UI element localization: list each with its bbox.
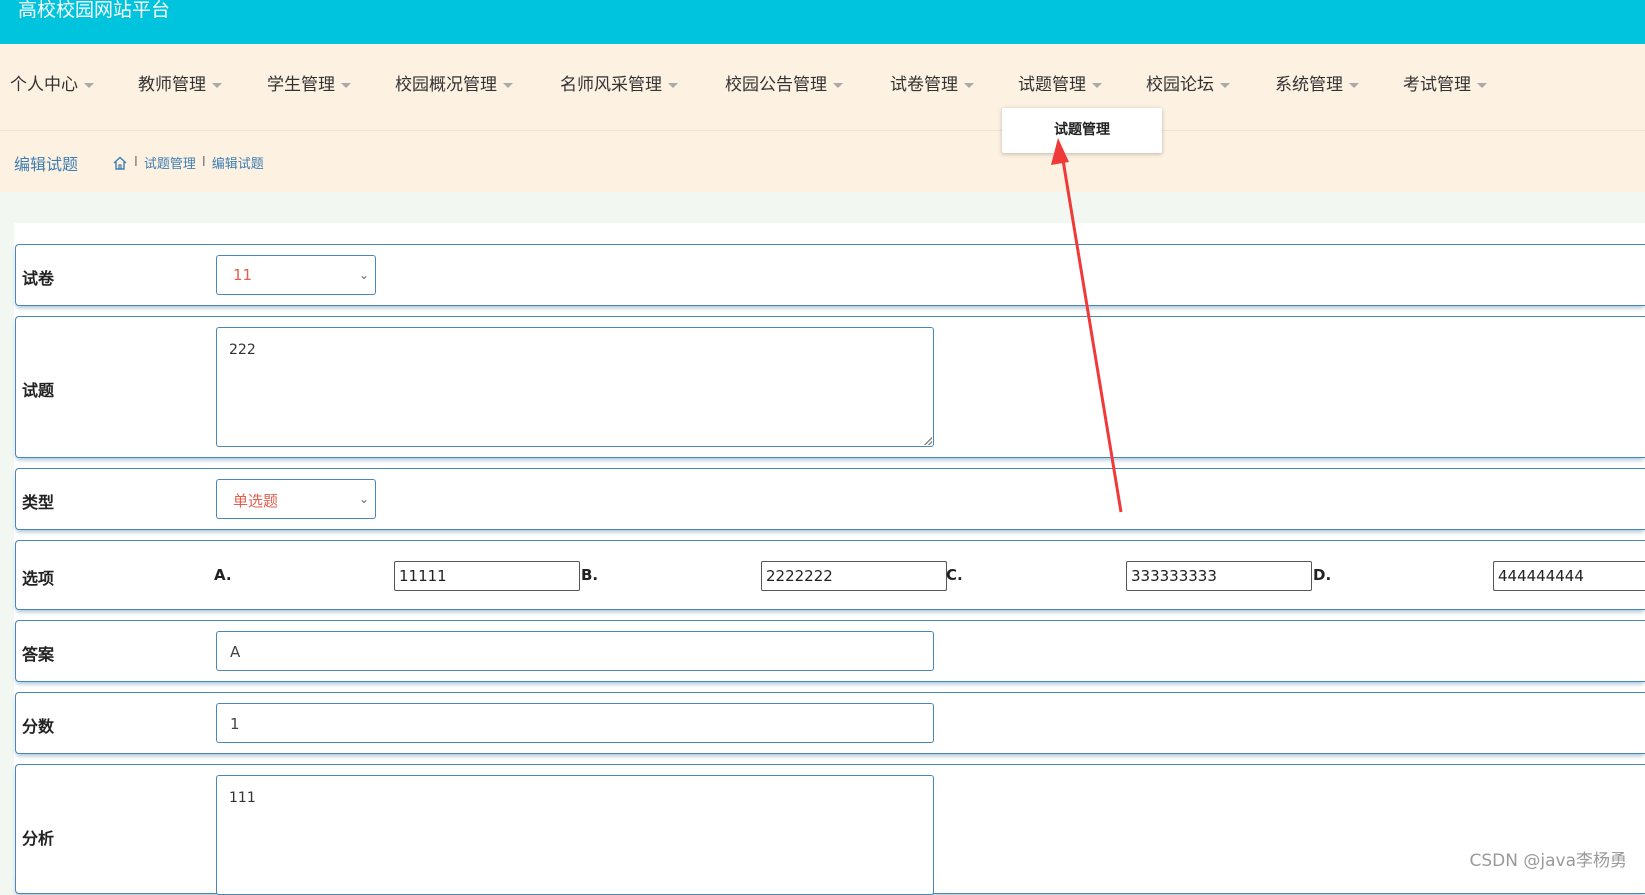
form-row-options: 选项 A. 11111 B. 2222222 C. 333333333 D. 4… [15, 540, 1645, 610]
page-title: 编辑试题 [14, 155, 79, 174]
paper-select-value: 11 [233, 266, 253, 284]
type-label: 类型 [22, 493, 55, 512]
option-b-value: 2222222 [766, 567, 833, 585]
nav-question-management[interactable]: 试题管理 [1018, 74, 1102, 96]
question-label: 试题 [22, 381, 55, 400]
option-a-letter: A. [214, 566, 232, 584]
type-select-value: 单选题 [233, 492, 279, 510]
nav-student-management[interactable]: 学生管理 [267, 74, 351, 96]
nav-label: 校园公告管理 [725, 75, 827, 95]
page-header: 编辑试题 I 试题管理 I 编辑试题 [0, 131, 1645, 192]
nav-personal-center[interactable]: 个人中心 [10, 74, 94, 96]
watermark: CSDN @java李杨勇 [1469, 851, 1628, 871]
option-d-value: 444444444 [1498, 567, 1584, 585]
breadcrumb-item-edit-question: 编辑试题 [211, 157, 264, 172]
option-b-input[interactable]: 2222222 [761, 561, 947, 591]
nav-label: 教师管理 [138, 75, 206, 95]
breadcrumb: I 试题管理 I 编辑试题 [112, 153, 264, 172]
app-title: 高校校园网站平台 [18, 0, 171, 21]
form-row-score: 分数 1 [15, 692, 1645, 754]
options-label: 选项 [22, 569, 55, 588]
nav-label: 系统管理 [1275, 75, 1343, 95]
nav-label: 校园概况管理 [395, 75, 497, 95]
breadcrumb-separator: I [201, 155, 206, 170]
answer-label: 答案 [22, 645, 55, 664]
caret-down-icon [833, 82, 843, 88]
question-textarea-value: 222 [229, 342, 256, 358]
nav-label: 学生管理 [267, 75, 335, 95]
form-row-answer: 答案 A [15, 620, 1645, 682]
question-textarea[interactable]: 222 [216, 327, 934, 447]
caret-down-icon [84, 82, 94, 88]
nav-label: 校园论坛 [1146, 75, 1214, 95]
main-nav: 个人中心 教师管理 学生管理 校园概况管理 名师风采管理 校园公告管理 试卷管理… [0, 44, 1645, 131]
type-select[interactable]: 单选题 ⌄ [216, 479, 376, 519]
nav-exam-paper-management[interactable]: 试卷管理 [890, 74, 974, 96]
option-c-input[interactable]: 333333333 [1126, 561, 1312, 591]
caret-down-icon [1349, 82, 1359, 88]
nav-system-management[interactable]: 系统管理 [1275, 74, 1359, 96]
nav-label: 个人中心 [10, 75, 78, 95]
caret-down-icon [212, 82, 222, 88]
caret-down-icon [1477, 82, 1487, 88]
nav-famous-teacher-management[interactable]: 名师风采管理 [560, 74, 678, 96]
caret-down-icon [1092, 82, 1102, 88]
option-c-letter: C. [946, 566, 963, 584]
option-a-input[interactable]: 11111 [394, 561, 580, 591]
option-a-value: 11111 [399, 567, 447, 585]
home-icon[interactable] [112, 155, 128, 171]
breadcrumb-separator: I [134, 155, 138, 170]
resize-handle-icon[interactable] [924, 437, 932, 445]
nav-campus-overview-management[interactable]: 校园概况管理 [395, 74, 513, 96]
analysis-textarea-value: 111 [229, 790, 256, 806]
caret-down-icon [1220, 82, 1230, 88]
option-d-letter: D. [1313, 566, 1332, 584]
nav-teacher-management[interactable]: 教师管理 [138, 74, 222, 96]
score-value: 1 [230, 715, 240, 733]
paper-select[interactable]: 11 ⌄ [216, 255, 376, 295]
form-row-analysis: 分析 111 [15, 764, 1645, 895]
caret-down-icon [503, 82, 513, 88]
nav-label: 名师风采管理 [560, 75, 662, 95]
option-b-letter: B. [581, 566, 599, 584]
answer-value: A [230, 643, 241, 661]
form-row-type: 类型 单选题 ⌄ [15, 468, 1645, 530]
caret-down-icon [668, 82, 678, 88]
nav-campus-notice-management[interactable]: 校园公告管理 [725, 74, 843, 96]
answer-input[interactable]: A [216, 631, 934, 671]
nav-label: 试题管理 [1018, 75, 1086, 95]
nav-campus-forum[interactable]: 校园论坛 [1146, 74, 1230, 96]
top-header-bar: 高校校园网站平台 [0, 0, 1645, 44]
analysis-label: 分析 [22, 829, 55, 848]
score-input[interactable]: 1 [216, 703, 934, 743]
chevron-down-icon: ⌄ [358, 492, 369, 506]
option-d-input[interactable]: 444444444 [1493, 561, 1645, 591]
chevron-down-icon: ⌄ [358, 268, 369, 282]
question-management-dropdown: 试题管理 [1002, 108, 1162, 153]
nav-label: 试卷管理 [890, 75, 958, 95]
option-c-value: 333333333 [1131, 567, 1217, 585]
paper-label: 试卷 [22, 269, 55, 288]
analysis-textarea[interactable]: 111 [216, 775, 934, 895]
breadcrumb-item-question-management[interactable]: 试题管理 [144, 153, 196, 172]
nav-label: 考试管理 [1403, 75, 1471, 95]
dropdown-item-question-management[interactable]: 试题管理 [1002, 108, 1162, 153]
caret-down-icon [964, 82, 974, 88]
form-row-question: 试题 222 [15, 316, 1645, 458]
score-label: 分数 [22, 717, 55, 736]
form-row-paper: 试卷 11 ⌄ [15, 244, 1645, 306]
nav-exam-management[interactable]: 考试管理 [1403, 74, 1487, 96]
caret-down-icon [341, 82, 351, 88]
